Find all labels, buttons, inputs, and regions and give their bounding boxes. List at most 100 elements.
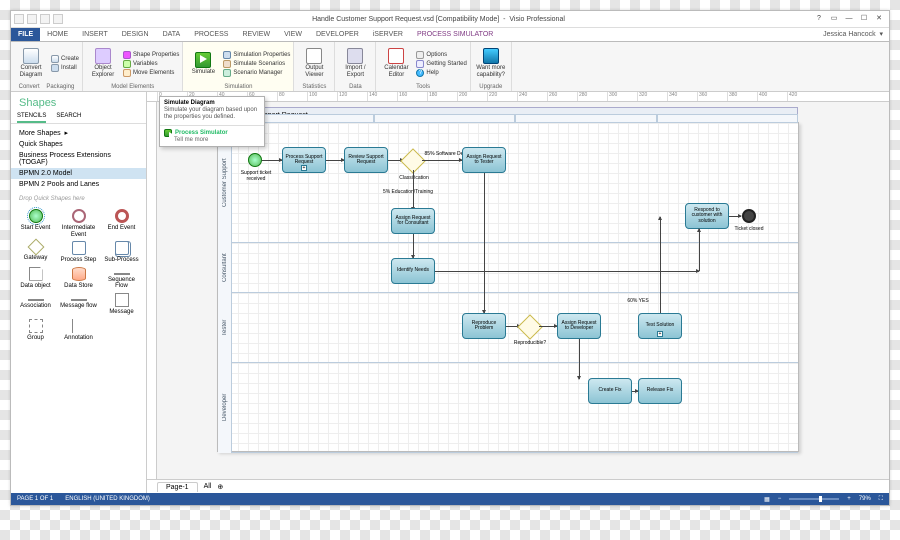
simulate-button[interactable]: Simulate	[186, 43, 220, 84]
shape-gateway[interactable]: Gateway	[15, 241, 56, 264]
page-tab-add-icon[interactable]: ⊕	[217, 483, 223, 491]
page[interactable]: Customer Support Request Customer Suppor…	[217, 122, 799, 452]
shape-data-object[interactable]: Data object	[15, 267, 56, 290]
tab-file[interactable]: FILE	[11, 28, 40, 41]
edge-to-identify[interactable]	[413, 234, 414, 258]
install-button[interactable]: Install	[51, 64, 79, 72]
edge-assign-to-reproduce[interactable]	[484, 173, 485, 313]
calendar-editor-button[interactable]: Calendar Editor	[379, 43, 413, 84]
stencil-more-shapes[interactable]: More Shapes ▸	[11, 127, 146, 139]
tooltip-tell-me-more[interactable]: Tell me more	[160, 137, 264, 146]
tab-design[interactable]: DESIGN	[115, 28, 156, 41]
move-elements-button[interactable]: Move Elements	[123, 69, 179, 77]
shape-association[interactable]: Association	[15, 293, 56, 316]
shape-annotation[interactable]: Annotation	[58, 319, 99, 342]
task-test-solution[interactable]: Test Solution+	[638, 313, 682, 339]
page-tab-all[interactable]: All	[204, 483, 212, 490]
tab-iserver[interactable]: iSERVER	[366, 28, 410, 41]
help-icon[interactable]: ?	[814, 14, 824, 24]
lane-tester[interactable]: Tester	[232, 293, 798, 363]
edge-respond-end[interactable]	[729, 216, 741, 217]
shape-sub-process[interactable]: Sub-Process	[101, 241, 142, 264]
create-button[interactable]: Create	[51, 55, 79, 63]
close-icon[interactable]: ✕	[874, 14, 884, 24]
task-release-fix[interactable]: Release Fix	[638, 378, 682, 404]
shape-sequence-flow[interactable]: Sequence Flow	[101, 267, 142, 290]
qat-save-icon[interactable]	[27, 14, 37, 24]
task-assign-consultant[interactable]: Assign Request for Consultant	[391, 208, 435, 234]
edge-start-process[interactable]	[262, 160, 282, 161]
col-d[interactable]	[657, 114, 799, 123]
variables-button[interactable]: Variables	[123, 60, 179, 68]
stencil-bpe-togaf[interactable]: Business Process Extensions (TOGAF)	[11, 150, 146, 168]
zoom-level[interactable]: 79%	[859, 496, 871, 502]
shape-group[interactable]: Group	[15, 319, 56, 342]
simulation-properties-button[interactable]: Simulation Properties	[223, 51, 290, 59]
options-button[interactable]: Options	[416, 51, 466, 59]
scenario-manager-button[interactable]: Scenario Manager	[223, 69, 290, 77]
task-assign-tester[interactable]: Assign Request to Tester	[462, 147, 506, 173]
task-identify-needs[interactable]: Identify Needs	[391, 258, 435, 284]
status-language[interactable]: ENGLISH (UNITED KINGDOM)	[65, 496, 150, 502]
zoom-in-icon[interactable]: +	[847, 496, 851, 502]
stencil-bpmn2-pools[interactable]: BPMN 2 Pools and Lanes	[11, 179, 146, 190]
want-more-button[interactable]: Want more capability?	[474, 43, 508, 84]
page-tab-1[interactable]: Page-1	[157, 482, 198, 492]
tab-data[interactable]: DATA	[156, 28, 188, 41]
task-respond-customer[interactable]: Respond to customer with solution	[685, 203, 729, 229]
tab-developer[interactable]: DEVELOPER	[309, 28, 366, 41]
task-review-request[interactable]: Review Support Request	[344, 147, 388, 173]
tab-process[interactable]: PROCESS	[187, 28, 235, 41]
account-name[interactable]: Jessica Hancock	[823, 31, 876, 38]
output-viewer-button[interactable]: Output Viewer	[297, 43, 331, 84]
shape-properties-button[interactable]: Shape Properties	[123, 51, 179, 59]
fit-page-icon[interactable]: ⛶	[879, 496, 883, 503]
shape-message[interactable]: Message	[101, 293, 142, 316]
tab-home[interactable]: HOME	[40, 28, 75, 41]
task-reproduce-problem[interactable]: Reproduce Problem	[462, 313, 506, 339]
search-tab[interactable]: SEARCH	[56, 111, 81, 123]
tab-view[interactable]: VIEW	[277, 28, 309, 41]
getting-started-button[interactable]: Getting Started	[416, 60, 466, 68]
start-event[interactable]	[248, 153, 262, 167]
ribbon-collapse-icon[interactable]: ▭	[829, 14, 839, 24]
help-button[interactable]: ? Help	[416, 69, 466, 77]
stencil-quick-shapes[interactable]: Quick Shapes	[11, 139, 146, 150]
edge-class-assign-consultant[interactable]	[413, 170, 414, 210]
col-c[interactable]	[515, 114, 657, 123]
qat-undo-icon[interactable]	[40, 14, 50, 24]
maximize-icon[interactable]: ☐	[859, 14, 869, 24]
zoom-out-icon[interactable]: −	[778, 496, 782, 502]
tab-review[interactable]: REVIEW	[235, 28, 277, 41]
shape-data-store[interactable]: Data Store	[58, 267, 99, 290]
zoom-slider[interactable]	[789, 498, 839, 500]
edge-identify-to-respond[interactable]	[435, 271, 699, 272]
edge-process-review[interactable]	[326, 160, 344, 161]
lane-developer[interactable]: Developer	[232, 363, 798, 453]
shape-process-step[interactable]: Process Step	[58, 241, 99, 264]
view-mode-icon[interactable]: ▦	[764, 496, 770, 503]
task-create-fix[interactable]: Create Fix	[588, 378, 632, 404]
edge-rep-assign-dev[interactable]	[539, 326, 557, 327]
shape-end-event[interactable]: End Event	[101, 209, 142, 238]
qat-visio-icon[interactable]	[14, 14, 24, 24]
tab-insert[interactable]: INSERT	[75, 28, 115, 41]
canvas-scroll-area[interactable]: Customer Support Request Customer Suppor…	[157, 102, 889, 479]
shape-start-event[interactable]: Start Event	[15, 209, 56, 238]
col-b[interactable]	[374, 114, 516, 123]
edge-to-create-fix[interactable]	[579, 339, 580, 379]
lane-consultant[interactable]: Consultant	[232, 243, 798, 293]
task-process-request[interactable]: Process Support Request+	[282, 147, 326, 173]
tab-process-simulator[interactable]: PROCESS SIMULATOR	[410, 28, 500, 41]
edge-test-to-respond[interactable]	[660, 217, 661, 313]
convert-diagram-button[interactable]: Convert Diagram	[14, 43, 48, 84]
stencil-bpmn20[interactable]: BPMN 2.0 Model	[11, 168, 146, 179]
shape-message-flow[interactable]: Message flow	[58, 293, 99, 316]
stencils-tab[interactable]: STENCILS	[17, 111, 46, 123]
import-export-button[interactable]: Import / Export	[338, 43, 372, 84]
minimize-icon[interactable]: —	[844, 14, 854, 24]
edge-class-assign-tester[interactable]	[422, 160, 462, 161]
task-assign-developer[interactable]: Assign Request to Developer	[557, 313, 601, 339]
object-explorer-button[interactable]: Object Explorer	[86, 43, 120, 84]
shape-intermediate-event[interactable]: Intermediate Event	[58, 209, 99, 238]
